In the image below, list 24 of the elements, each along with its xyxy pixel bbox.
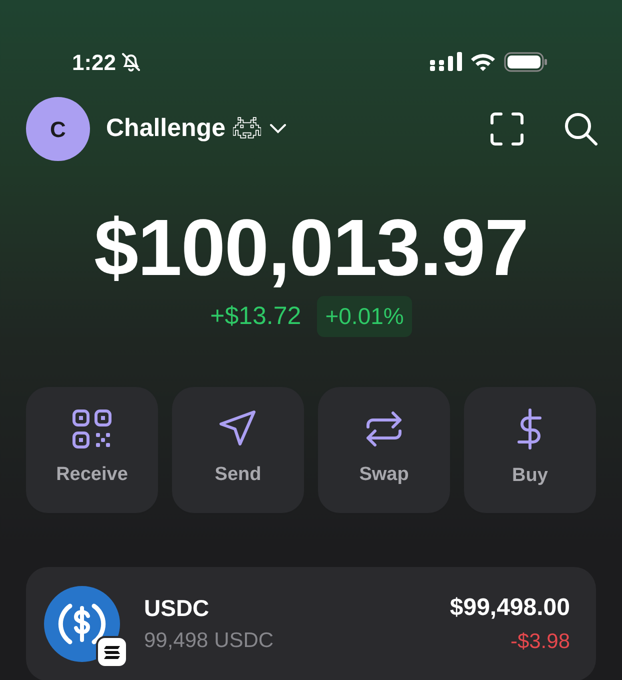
scan-icon[interactable]: [490, 112, 524, 146]
wifi-icon: [470, 52, 496, 72]
percent-change: +0.01%: [317, 296, 412, 336]
token-row[interactable]: USDC 99,498 USDC $99,498.00 -$3.98: [26, 566, 596, 680]
signal-icon: [430, 52, 462, 72]
token-change: -$3.98: [509, 628, 570, 655]
clock-time: 1:22: [72, 48, 116, 76]
token-name: USDC: [144, 594, 210, 622]
receive-button[interactable]: Receive: [26, 386, 158, 512]
chevron-down-icon: [269, 123, 288, 135]
buy-button[interactable]: Buy: [464, 386, 596, 512]
network-badge-icon: [96, 636, 128, 668]
search-icon[interactable]: [564, 112, 598, 146]
total-balance: $100,013.97: [93, 208, 529, 288]
avatar[interactable]: C: [26, 97, 90, 161]
balance-change: +$13.72: [210, 300, 302, 332]
send-button[interactable]: Send: [172, 386, 304, 512]
account-switcher[interactable]: Challenge: [106, 110, 288, 148]
qr-code-icon: [72, 409, 112, 450]
token-value: $99,498.00: [450, 592, 570, 623]
swap-button[interactable]: Swap: [318, 386, 450, 512]
token-amount: 99,498 USDC: [144, 628, 274, 654]
swap-arrows-icon: [364, 409, 404, 450]
battery-icon: [504, 52, 548, 72]
